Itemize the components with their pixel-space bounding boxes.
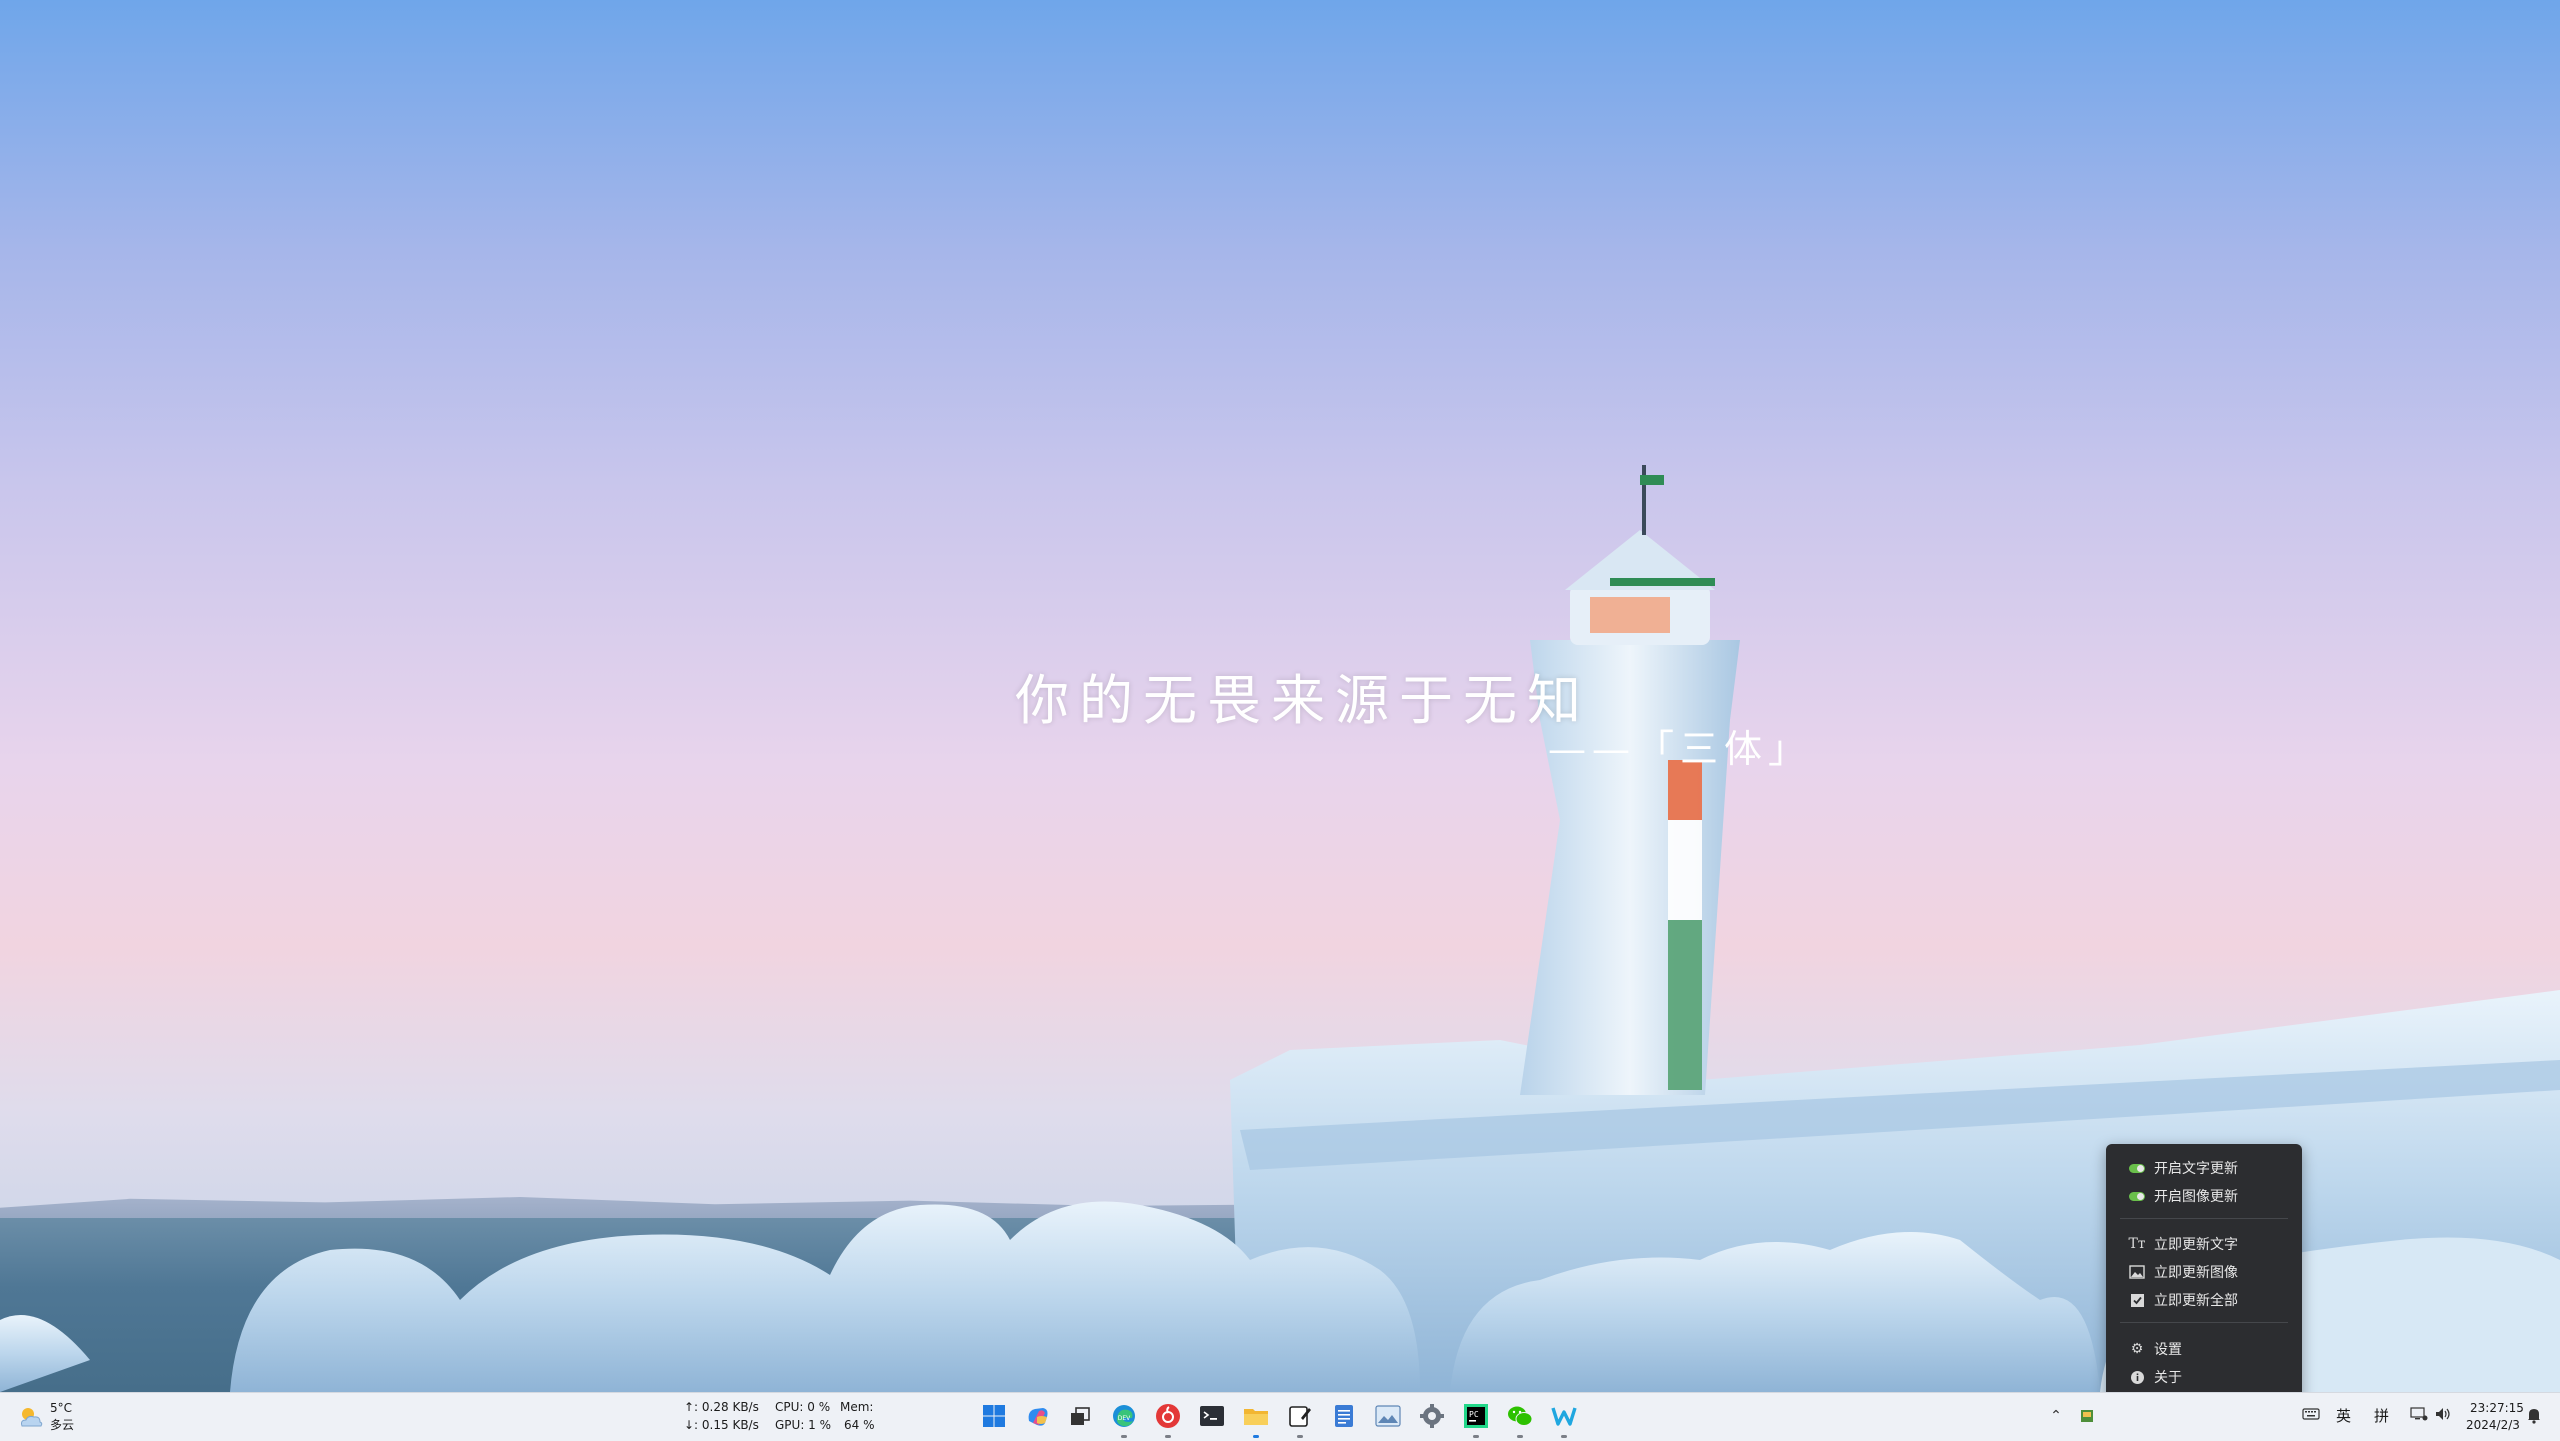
tray-app-icon[interactable]	[2080, 1408, 2096, 1424]
menu-separator	[2120, 1322, 2288, 1323]
gear-icon: ⚙	[2130, 1341, 2144, 1357]
menu-item-update-all-now[interactable]: 立即更新全部	[2128, 1289, 2238, 1311]
keyboard-icon[interactable]	[2302, 1406, 2322, 1426]
start-icon[interactable]	[978, 1400, 1010, 1432]
menu-item-label: 开启文字更新	[2154, 1161, 2238, 1177]
copilot-icon[interactable]	[1022, 1400, 1054, 1432]
task-view-icon[interactable]	[1064, 1400, 1096, 1432]
image-icon	[2128, 1263, 2146, 1281]
ime-mode[interactable]: 拼	[2374, 1406, 2389, 1426]
menu-item-label: 设置	[2154, 1342, 2182, 1358]
notification-bell-icon[interactable]	[2526, 1406, 2546, 1426]
check-square-icon	[2128, 1291, 2146, 1309]
menu-item-settings[interactable]: ⚙ 设置	[2128, 1338, 2182, 1360]
photos-icon[interactable]	[1372, 1400, 1404, 1432]
info-icon	[2128, 1368, 2146, 1386]
file-explorer-icon[interactable]	[1240, 1400, 1272, 1438]
wechat-icon[interactable]	[1504, 1400, 1536, 1438]
menu-separator	[2120, 1218, 2288, 1219]
partly-cloudy-icon	[21, 1408, 43, 1427]
text-format-icon: Tт	[2128, 1236, 2146, 1252]
ime-language[interactable]: 英	[2336, 1406, 2351, 1426]
gpu-usage: GPU: 1 %	[775, 1418, 832, 1432]
terminal-icon[interactable]	[1196, 1400, 1228, 1432]
network-down: ↓: 0.15 KB/s	[684, 1418, 759, 1432]
pycharm-icon[interactable]: PC	[1460, 1400, 1492, 1438]
cpu-usage: CPU: 0 %	[775, 1400, 831, 1414]
menu-item-update-image-now[interactable]: 立即更新图像	[2128, 1261, 2238, 1283]
settings-icon[interactable]	[1416, 1400, 1448, 1432]
notepad-icon[interactable]	[1284, 1400, 1316, 1438]
volume-icon[interactable]	[2434, 1406, 2454, 1426]
menu-item-about[interactable]: 关于	[2128, 1366, 2182, 1388]
mem-usage: 64 %	[844, 1418, 875, 1432]
svg-text:PC: PC	[1469, 1410, 1479, 1419]
system-monitor: ↑: 0.28 KB/s ↓: 0.15 KB/s CPU: 0 % GPU: …	[680, 1399, 880, 1433]
weather-desc: 多云	[50, 1418, 75, 1432]
wallpaper-quote-source: ——「三体」	[1548, 727, 1813, 771]
menu-item-label: 立即更新全部	[2154, 1293, 2238, 1309]
weather-widget[interactable]: 5°C 多云	[14, 1400, 84, 1434]
netease-music-icon[interactable]	[1152, 1400, 1184, 1438]
wallpaper-quote: 你的无畏来源于无知	[1015, 669, 1591, 732]
menu-item-enable-text-update[interactable]: 开启文字更新	[2128, 1157, 2238, 1179]
clock-time[interactable]: 23:27:15	[2470, 1400, 2524, 1416]
menu-item-enable-image-update[interactable]: 开启图像更新	[2128, 1185, 2238, 1207]
clock-date[interactable]: 2024/2/3	[2466, 1417, 2520, 1433]
toggle-on-icon	[2128, 1159, 2146, 1177]
menu-item-update-text-now[interactable]: Tт 立即更新文字	[2128, 1233, 2238, 1255]
edge-dev-icon[interactable]: DEV	[1108, 1400, 1140, 1438]
weather-temp: 5°C	[50, 1401, 73, 1415]
mem-label: Mem:	[840, 1400, 874, 1414]
network-icon[interactable]	[2410, 1406, 2430, 1426]
notes-app-icon[interactable]	[1328, 1400, 1360, 1432]
toggle-on-icon	[2128, 1187, 2146, 1205]
menu-item-label: 开启图像更新	[2154, 1189, 2238, 1205]
menu-item-label: 立即更新图像	[2154, 1265, 2238, 1281]
menu-item-label: 关于	[2154, 1370, 2182, 1386]
show-hidden-icons-chevron-icon[interactable]: ⌃	[2046, 1404, 2066, 1428]
menu-item-label: 立即更新文字	[2154, 1237, 2238, 1253]
tray-context-menu: 开启文字更新 开启图像更新 Tт 立即更新文字 立即更新图像 立即更新全部 ⚙ …	[2106, 1144, 2302, 1428]
wps-icon[interactable]	[1548, 1400, 1580, 1438]
svg-text:DEV: DEV	[1118, 1415, 1131, 1422]
taskbar	[0, 1392, 2560, 1441]
network-up: ↑: 0.28 KB/s	[684, 1400, 759, 1414]
